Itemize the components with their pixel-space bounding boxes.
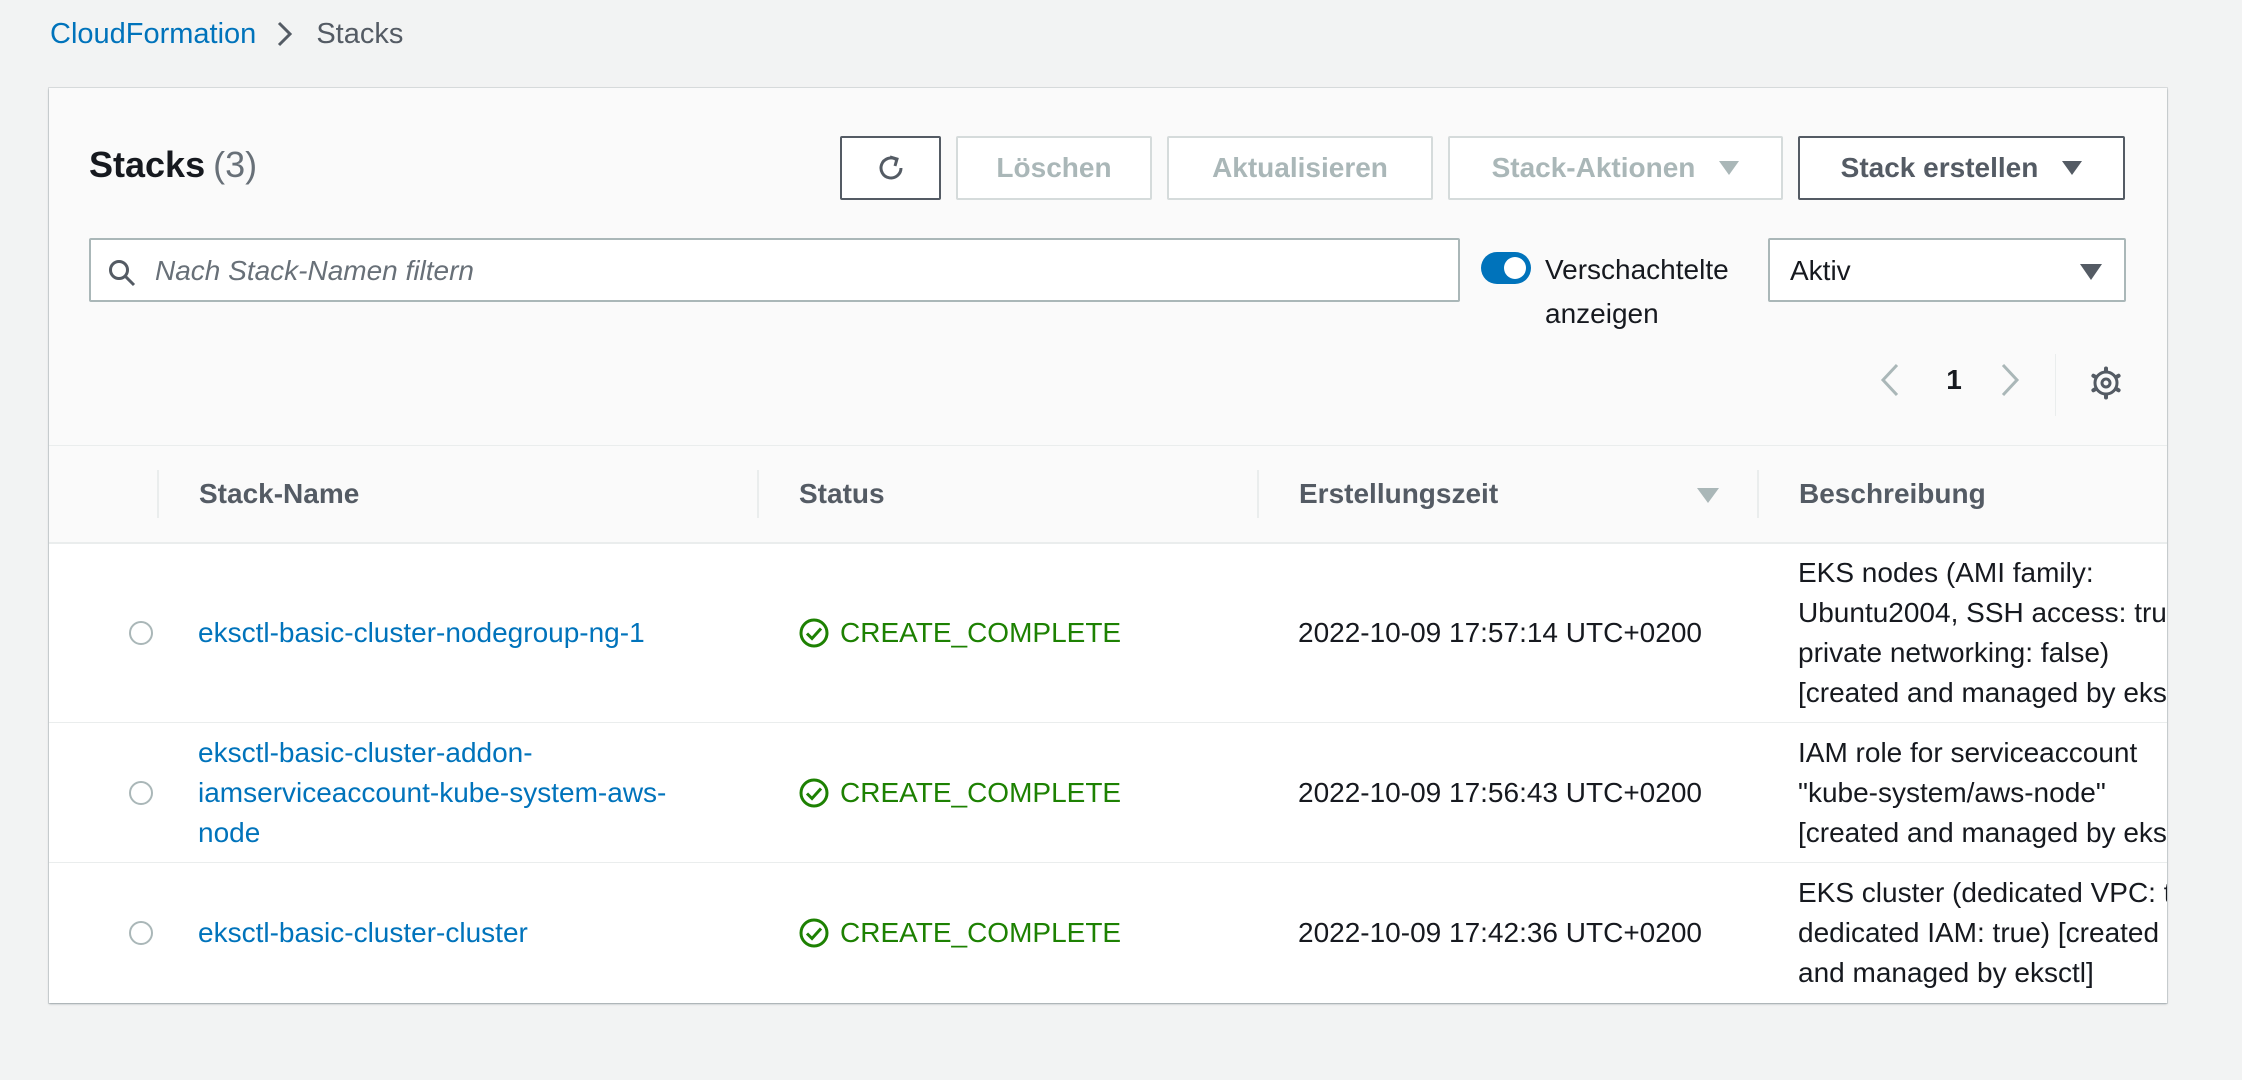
column-separator (1757, 470, 1759, 518)
status-cell: CREATE_COMPLETE (798, 613, 1121, 653)
description: EKS cluster (dedicated VPC: true, dedica… (1798, 877, 2167, 988)
stacks-panel: Stacks (3) Löschen Aktualisieren Stack-Ak… (49, 88, 2167, 1003)
create-stack-button[interactable]: Stack erstellen (1798, 136, 2125, 200)
stack-actions-label: Stack-Aktionen (1491, 152, 1696, 183)
pager-divider (2055, 354, 2056, 416)
toggle-knob (1504, 257, 1526, 279)
breadcrumb-current: Stacks (316, 17, 404, 50)
caret-down-icon (1719, 161, 1740, 175)
creation-time: 2022-10-09 17:57:14 UTC+0200 (1298, 617, 1702, 648)
stack-count: (3) (213, 144, 258, 185)
stack-name-link[interactable]: eksctl-basic-cluster-nodegroup-ng-1 (198, 613, 645, 653)
breadcrumb-cloudformation-link[interactable]: CloudFormation (50, 18, 256, 51)
status-text: CREATE_COMPLETE (840, 917, 1122, 948)
current-page-number[interactable]: 1 (1939, 364, 1969, 396)
check-circle-icon (799, 618, 829, 648)
status-cell: CREATE_COMPLETE (798, 913, 1121, 953)
column-separator (1257, 470, 1259, 518)
table-row[interactable]: eksctl-basic-cluster-nodegroup-ng-1 CREA… (49, 544, 2167, 723)
description: IAM role for serviceaccount "kube-system… (1798, 736, 2167, 848)
breadcrumb: CloudFormation Stacks (50, 12, 403, 56)
check-circle-icon (799, 918, 829, 948)
status-text: CREATE_COMPLETE (840, 776, 1122, 808)
search-box (89, 238, 1460, 302)
page-title: Stacks (3) (89, 144, 257, 186)
nested-stacks-toggle[interactable] (1481, 252, 1531, 284)
column-header-status[interactable]: Status (799, 446, 885, 542)
status-filter-value: Aktiv (1790, 255, 1851, 286)
stack-name-link[interactable]: eksctl-basic-cluster-addon- iamserviceac… (198, 733, 666, 853)
stack-actions-button[interactable]: Stack-Aktionen (1448, 136, 1783, 200)
row-select-radio[interactable] (129, 621, 153, 645)
update-button[interactable]: Aktualisieren (1167, 136, 1433, 200)
row-select-radio[interactable] (129, 780, 153, 805)
status-filter-select[interactable]: Aktiv (1768, 238, 2126, 302)
column-separator (757, 470, 759, 518)
table-row[interactable]: eksctl-basic-cluster-cluster CREATE_COMP… (49, 863, 2167, 1003)
panel-header: Stacks (3) Löschen Aktualisieren Stack-Ak… (49, 88, 2167, 446)
chevron-left-icon (1880, 363, 1899, 397)
gear-icon (2091, 366, 2121, 400)
creation-time: 2022-10-09 17:56:43 UTC+0200 (1298, 776, 1702, 808)
sort-descending-icon[interactable] (1697, 488, 1719, 503)
nested-stacks-label: Verschachtelte anzeigen (1545, 254, 1729, 329)
chevron-right-icon (2001, 363, 2020, 397)
check-circle-icon (799, 778, 829, 807)
row-select-radio[interactable] (129, 921, 153, 945)
creation-time: 2022-10-09 17:42:36 UTC+0200 (1298, 917, 1702, 948)
table-header-row: Stack-Name Status Erstellungszeit Beschr… (49, 446, 2167, 544)
previous-page-button[interactable] (1879, 362, 1901, 403)
table-row[interactable]: eksctl-basic-cluster-addon- iamserviceac… (49, 723, 2167, 863)
stack-name-link[interactable]: eksctl-basic-cluster-cluster (198, 913, 528, 953)
stack-name-filter-input[interactable] (153, 240, 1447, 302)
table-settings-button[interactable] (2089, 366, 2123, 405)
caret-down-icon (2080, 264, 2102, 280)
status-text: CREATE_COMPLETE (840, 617, 1122, 648)
column-separator (157, 470, 159, 518)
create-stack-label: Stack erstellen (1840, 152, 2039, 183)
search-icon (107, 258, 137, 293)
refresh-icon (879, 155, 902, 180)
column-header-stack-name[interactable]: Stack-Name (199, 446, 359, 542)
column-header-creation-time[interactable]: Erstellungszeit (1299, 446, 1498, 542)
page-title-text: Stacks (89, 144, 206, 185)
delete-button[interactable]: Löschen (956, 136, 1152, 200)
caret-down-icon (2062, 161, 2083, 175)
refresh-button[interactable] (840, 136, 941, 200)
status-cell: CREATE_COMPLETE (798, 773, 1121, 813)
next-page-button[interactable] (1999, 362, 2021, 403)
column-header-description[interactable]: Beschreibung (1799, 446, 1986, 542)
chevron-right-icon (276, 20, 294, 48)
description: EKS nodes (AMI family: Ubuntu2004, SSH a… (1798, 557, 2167, 708)
